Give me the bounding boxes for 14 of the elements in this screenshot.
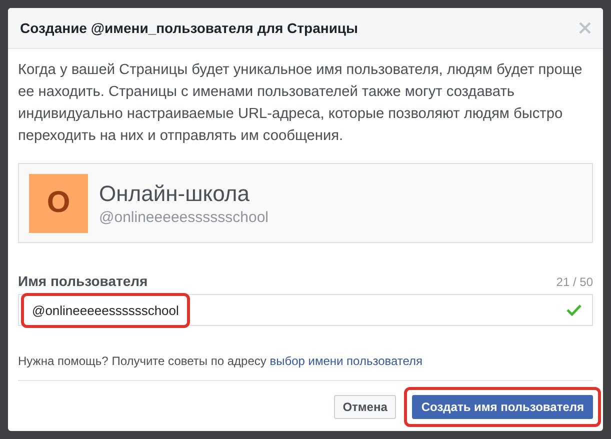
page-name: Онлайн-школа <box>99 180 250 206</box>
dialog-title: Создание @имени_пользователя для Страницы <box>20 20 358 36</box>
cancel-button[interactable]: Отмена <box>334 395 396 419</box>
help-text: Нужна помощь? Получите советы по адресу выбор имени пользователя <box>18 354 423 368</box>
avatar-letter: О <box>29 174 88 232</box>
description-text: Когда у вашей Страницы будет уникальное имя пользователя, людям будет проще ее находить. Страницы с именами пользователей также могут создавать индивидуально настраиваемые URL-адреса, которые позволяют людям быстро переходить на них и отправлять им сообщения. <box>18 61 584 146</box>
page-username: @onlineeeeesssssschool <box>99 208 268 226</box>
field-label: Имя пользователя <box>18 273 148 289</box>
character-counter: 21 / 50 <box>556 275 593 289</box>
username-value: @onlineeeeesssssschool <box>21 292 190 328</box>
create-button[interactable]: Создать имя пользователя <box>412 395 593 419</box>
help-link[interactable]: выбор имени пользователя <box>270 354 423 368</box>
username-field[interactable]: @onlineeeeesssssschool <box>18 294 593 326</box>
close-icon[interactable] <box>579 22 591 34</box>
